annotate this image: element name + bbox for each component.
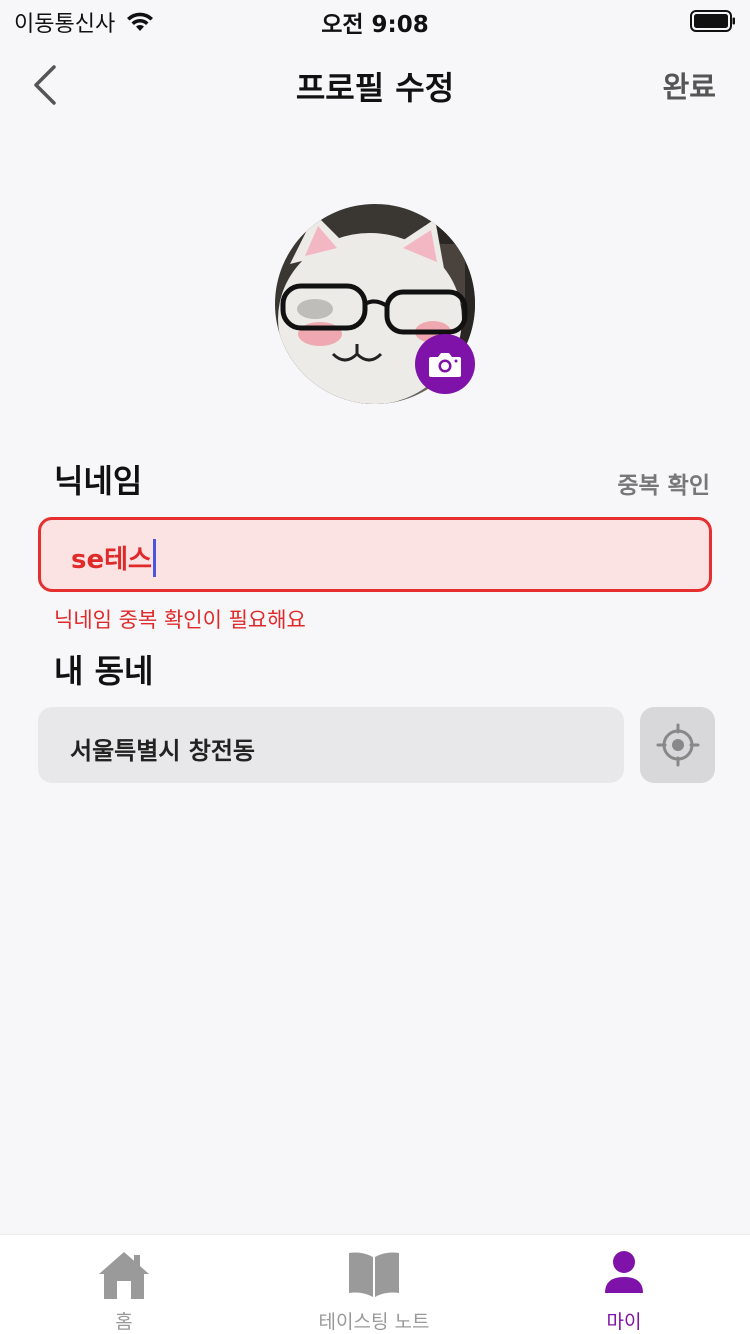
neighborhood-label: 내 동네: [54, 652, 154, 690]
camera-button[interactable]: [415, 334, 475, 394]
person-icon: [605, 1251, 643, 1293]
tab-tasting-note[interactable]: 테이스팅 노트: [294, 1235, 454, 1334]
tab-my-label: 마이: [606, 1311, 642, 1333]
tab-my[interactable]: 마이: [574, 1235, 674, 1334]
status-bar: 이동통신사 오전 9:08: [0, 0, 750, 40]
camera-icon: [429, 353, 461, 377]
home-icon: [99, 1252, 149, 1299]
nickname-label: 닉네임: [54, 462, 143, 500]
done-button[interactable]: 완료: [663, 64, 716, 106]
clock: 오전 9:08: [321, 12, 429, 38]
book-icon: [349, 1252, 399, 1297]
neighborhood-field[interactable]: 서울특별시 창전동: [38, 707, 624, 783]
nickname-input[interactable]: se테스: [38, 517, 712, 592]
duplicate-check-button[interactable]: 중복 확인: [617, 466, 710, 500]
tab-bar: 홈 테이스팅 노트 마이: [0, 1234, 750, 1334]
locate-button[interactable]: [640, 707, 715, 783]
tab-home-label: 홈: [115, 1311, 133, 1333]
nickname-value: se테스: [71, 545, 152, 575]
battery-icon: [690, 10, 735, 32]
nav-bar: 프로필 수정 완료: [0, 40, 750, 130]
neighborhood-value: 서울특별시 창전동: [70, 737, 255, 765]
nickname-error-message: 닉네임 중복 확인이 필요해요: [54, 608, 306, 632]
tab-tasting-note-label: 테이스팅 노트: [318, 1311, 430, 1333]
page-title: 프로필 수정: [295, 69, 455, 107]
location-crosshair-icon: [656, 723, 699, 767]
text-caret: [152, 538, 156, 577]
tab-home[interactable]: 홈: [74, 1235, 174, 1334]
